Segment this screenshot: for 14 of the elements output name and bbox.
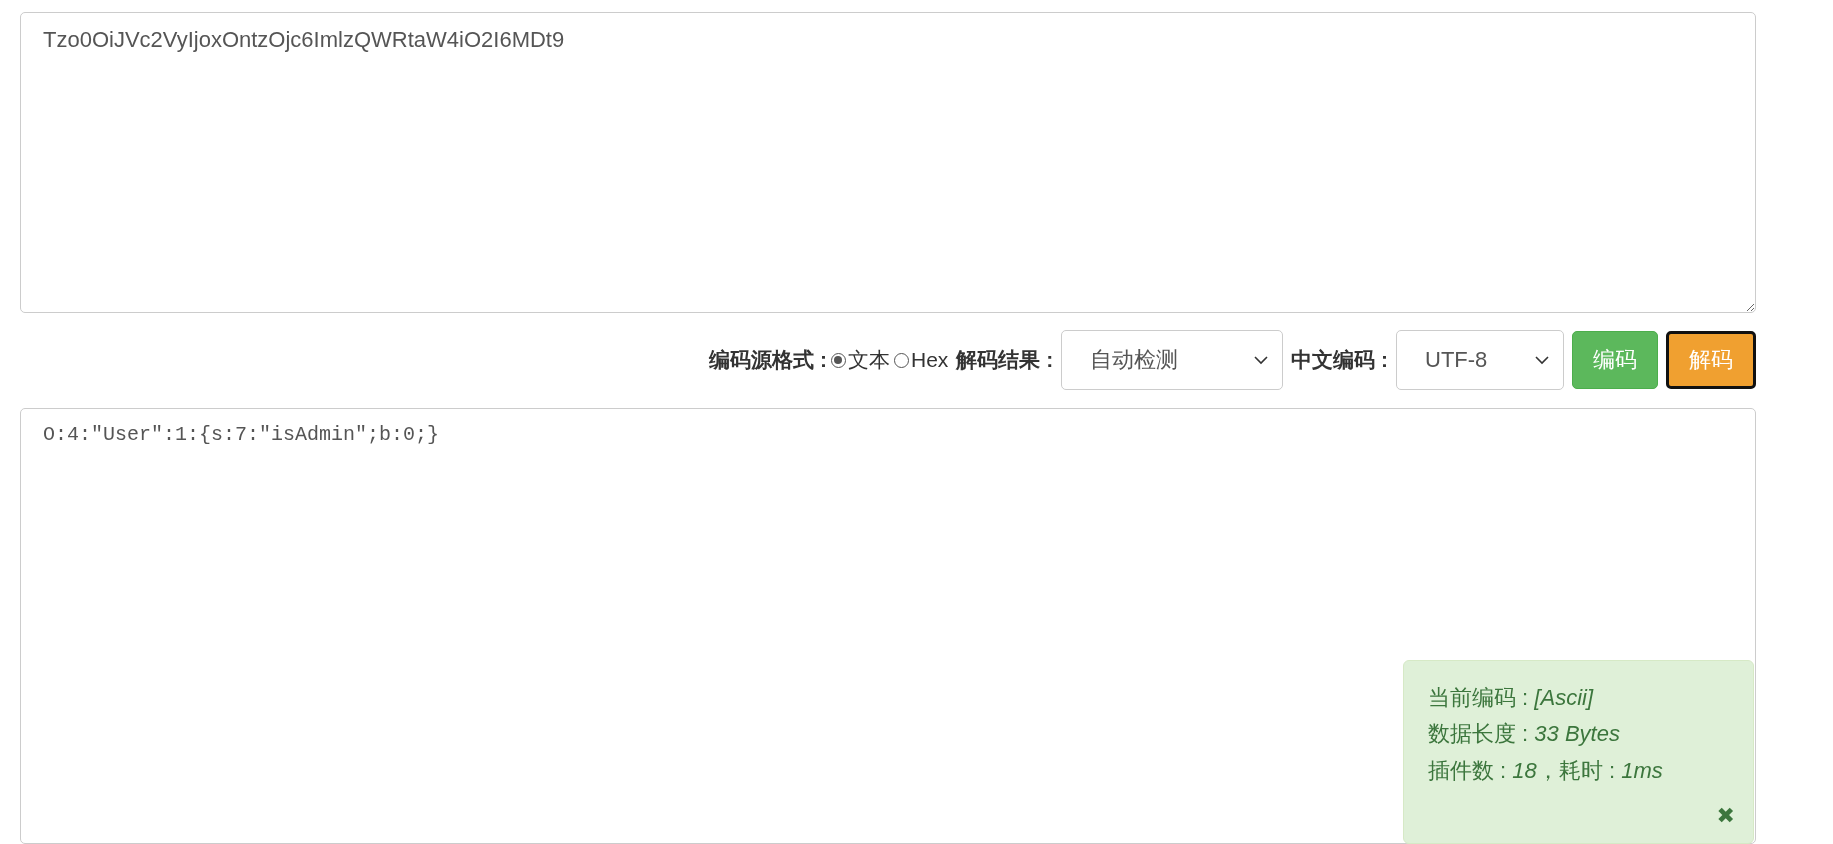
- result-select[interactable]: 自动检测: [1061, 330, 1284, 391]
- info-line: 当前编码 : [Ascii]: [1428, 685, 1595, 712]
- input-field[interactable]: Tzo0OiJVc2VyIjoxOntzOjc6ImlzQWRtaW4iO2I6MDt9: [20, 12, 1756, 313]
- charset-select[interactable]: UTF-8: [1396, 330, 1564, 391]
- format-radio[interactable]: 文本: [831, 346, 890, 375]
- charset-label: 中文编码 :: [1291, 347, 1388, 374]
- format-radio[interactable]: Hex: [894, 348, 949, 373]
- close-button[interactable]: ✖: [1716, 803, 1735, 829]
- info-line: 插件数 : 18，耗时 : 1ms: [1428, 757, 1664, 785]
- info-line: 数据长度 : 33 Bytes: [1428, 721, 1621, 748]
- result-label: 解码结果 :: [956, 347, 1054, 374]
- source-format-label: 编码源格式 :: [709, 347, 827, 374]
- chevron-icon: [1535, 355, 1549, 365]
- chevron-icon: [1254, 355, 1269, 365]
